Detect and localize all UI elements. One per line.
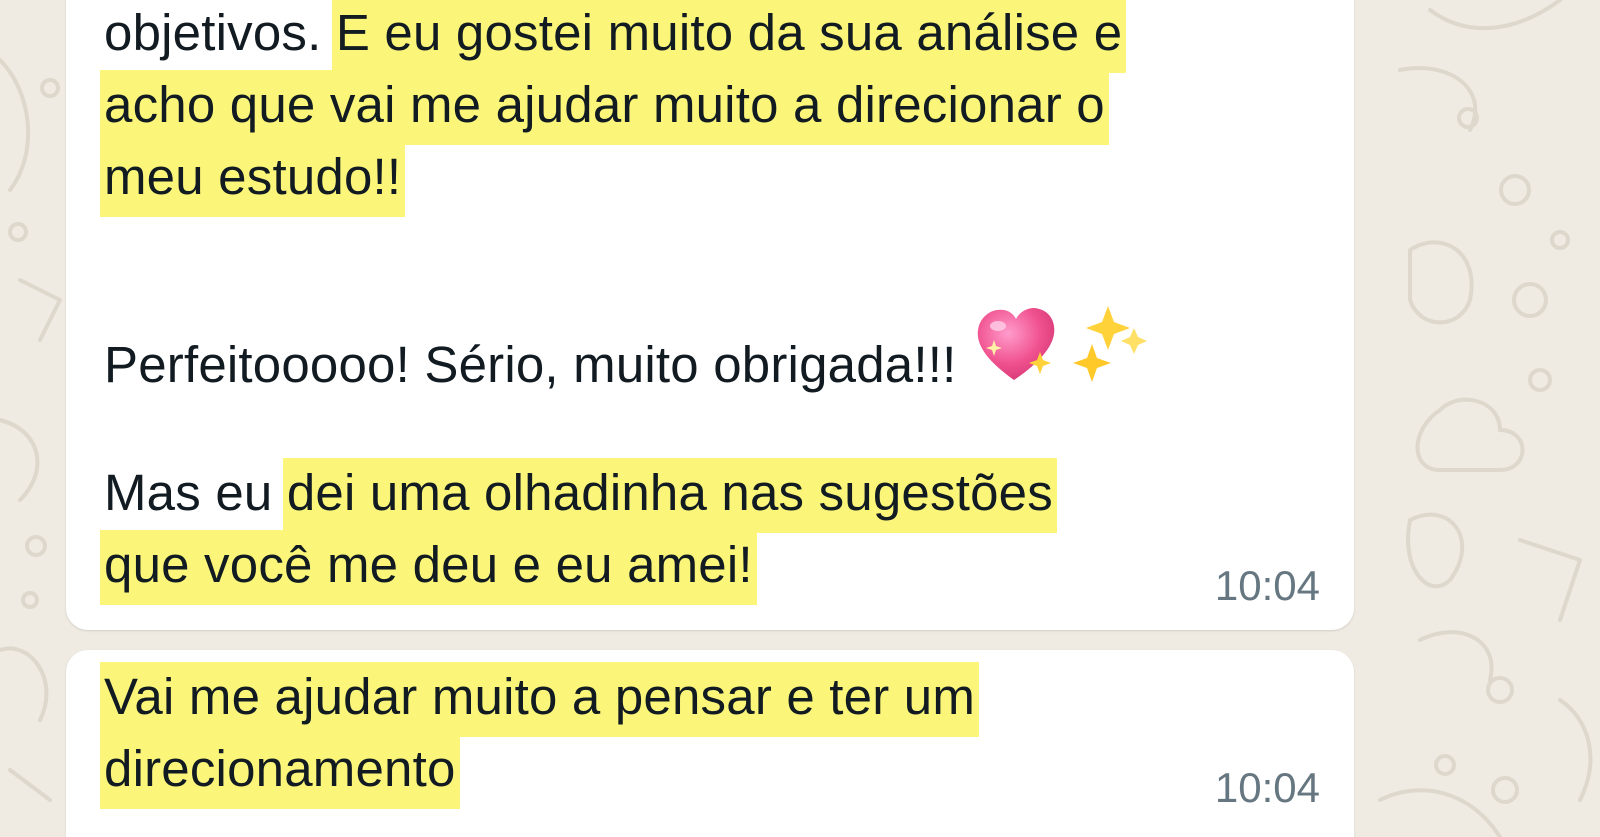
highlighted-text: Vai me ajudar muito a pensar e ter um [100,662,980,737]
sparkling-heart-emoji [978,306,1148,382]
message-timestamp: 10:04 [1214,562,1320,609]
message-line: Mas eu dei uma olhadinha nas sugestões [104,458,1057,533]
highlighted-text: que você me deu e eu amei! [100,530,757,605]
message-bubble-1[interactable]: objetivos. E eu gostei muito da sua anál… [66,0,1354,630]
message-line: objetivos. E eu gostei muito da sua anál… [104,0,1127,73]
message-text: objetivos. [104,4,336,61]
highlighted-text: direcionamento [100,734,460,809]
message-line: meu estudo!! [100,142,406,217]
message-line: que você me deu e eu amei! [100,530,757,605]
message-line: Perfeitooooo! Sério, muito obrigada!!! [104,304,1150,396]
message-text: Mas eu [104,464,287,521]
message-bubble-2[interactable]: Vai me ajudar muito a pensar e ter um di… [66,650,1354,837]
highlighted-text: acho que vai me ajudar muito a direciona… [100,70,1109,145]
message-line: direcionamento [100,734,460,809]
highlighted-text: E eu gostei muito da sua análise e [331,0,1127,73]
highlighted-text: dei uma olhadinha nas sugestões [282,458,1057,533]
highlighted-text: meu estudo!! [100,142,406,217]
message-timestamp: 10:04 [1214,764,1320,811]
message-line: Vai me ajudar muito a pensar e ter um [100,662,980,737]
message-line: acho que vai me ajudar muito a direciona… [100,70,1109,145]
message-text: Perfeitooooo! Sério, muito obrigada!!! [104,336,957,393]
